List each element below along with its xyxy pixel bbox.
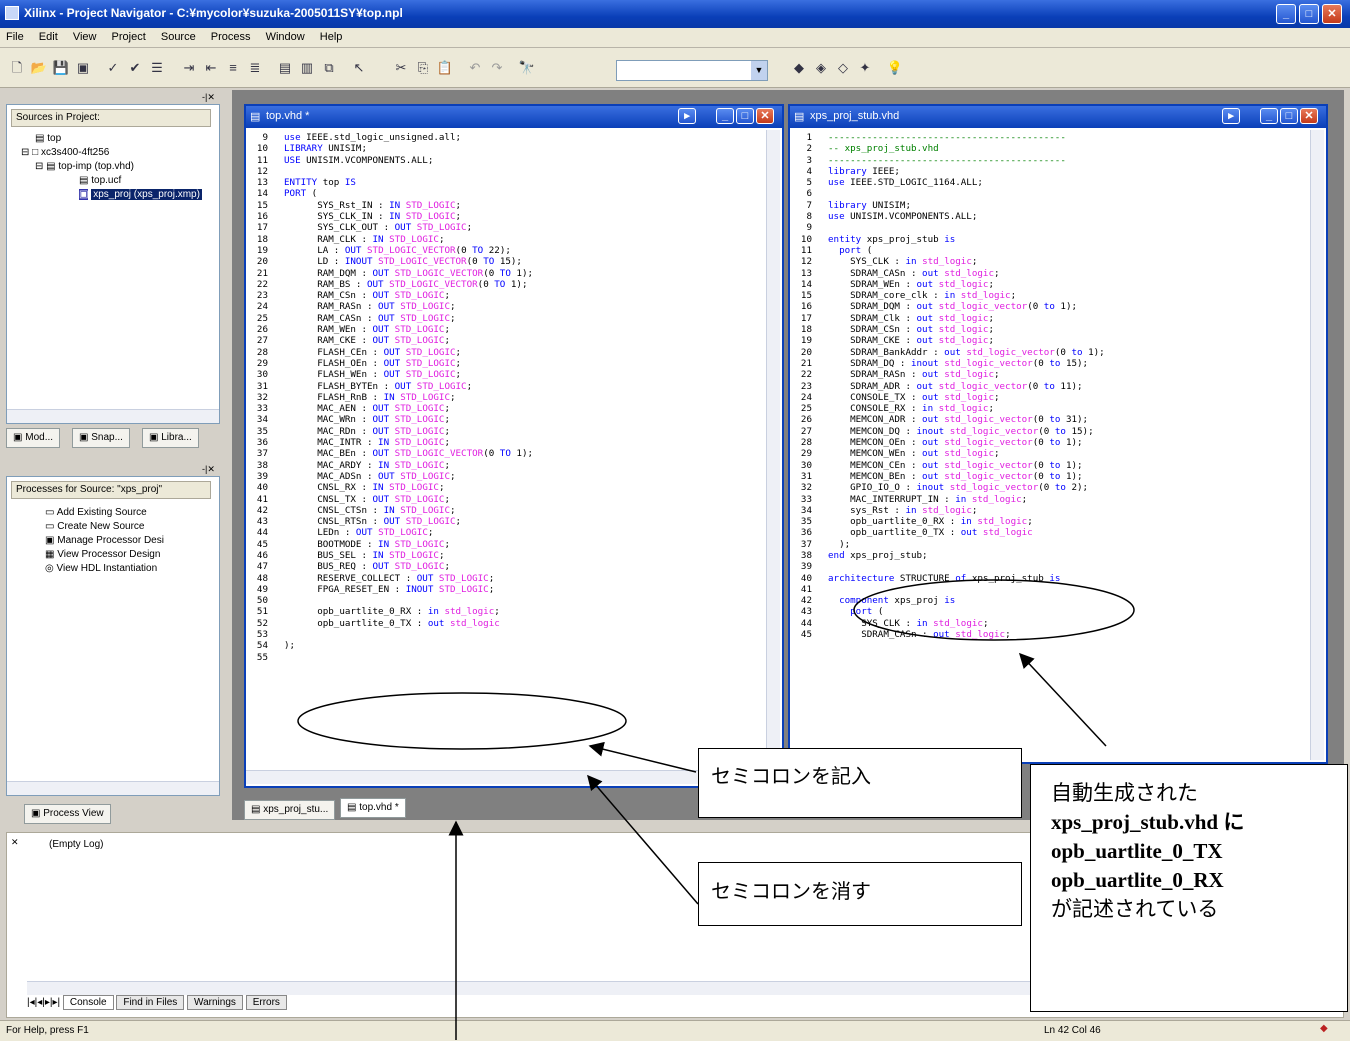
highlight-ellipse-left	[297, 692, 627, 750]
highlight-ellipse-right	[853, 579, 1135, 641]
annotation-overlay	[297, 579, 1135, 1040]
arrow-add-semicolon	[588, 741, 697, 773]
arrow-note	[1018, 652, 1107, 747]
arrow-remove-semicolon	[587, 774, 699, 905]
